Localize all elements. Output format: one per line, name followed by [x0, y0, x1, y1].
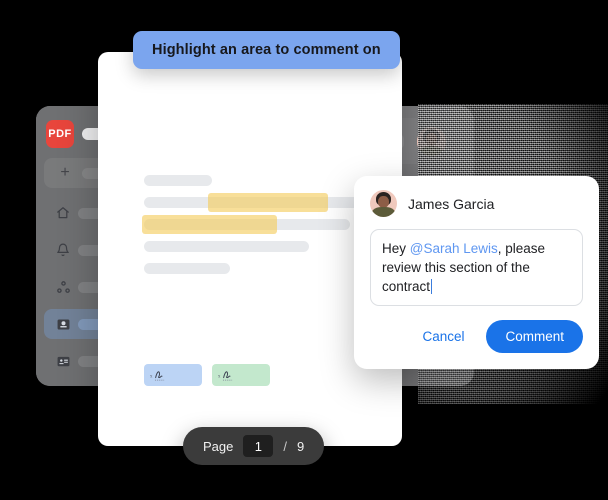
- inbox-icon: [50, 317, 76, 332]
- signature-icon: x: [150, 370, 165, 380]
- bell-icon: [50, 243, 76, 257]
- comment-input[interactable]: Hey @Sarah Lewis, please review this sec…: [370, 229, 583, 306]
- screenshot-stage: PDF + x x Highlight an area to comment o…: [0, 0, 608, 500]
- plus-icon: +: [60, 164, 70, 181]
- home-icon: [50, 206, 76, 220]
- signature-field-blue[interactable]: x: [144, 364, 202, 386]
- highlight-region[interactable]: [142, 215, 277, 234]
- cancel-button[interactable]: Cancel: [412, 322, 474, 351]
- comment-button[interactable]: Comment: [486, 320, 583, 353]
- avatar: [370, 190, 397, 217]
- text-line: [144, 175, 212, 186]
- page-number-input[interactable]: 1: [243, 435, 274, 457]
- avatar-image: [370, 190, 397, 217]
- pdf-logo: PDF: [46, 120, 74, 148]
- card-icon: [50, 354, 76, 369]
- page-total: 9: [297, 438, 305, 454]
- text-line: [144, 263, 230, 274]
- svg-text:x: x: [150, 374, 153, 379]
- text-line: [144, 241, 309, 252]
- page-label: Page: [203, 438, 234, 454]
- signature-field-green[interactable]: x: [212, 364, 270, 386]
- text-caret: [431, 279, 433, 294]
- signature-fields: x x: [144, 364, 270, 386]
- document-text-lines: [142, 175, 362, 285]
- comment-author-row: James Garcia: [370, 190, 583, 217]
- page-indicator[interactable]: Page 1 / 9: [183, 427, 325, 465]
- highlight-region[interactable]: [208, 193, 328, 212]
- share-icon: [50, 280, 76, 295]
- signature-icon: x: [218, 370, 233, 380]
- page-separator: /: [283, 438, 287, 454]
- highlight-tooltip: Highlight an area to comment on: [133, 31, 400, 69]
- svg-text:x: x: [218, 374, 221, 379]
- comment-popup: James Garcia Hey @Sarah Lewis, please re…: [354, 176, 599, 369]
- mention-token[interactable]: @Sarah Lewis: [410, 241, 498, 256]
- comment-actions: Cancel Comment: [370, 320, 583, 353]
- comment-text-before: Hey: [382, 241, 410, 256]
- comment-author-name: James Garcia: [408, 195, 495, 212]
